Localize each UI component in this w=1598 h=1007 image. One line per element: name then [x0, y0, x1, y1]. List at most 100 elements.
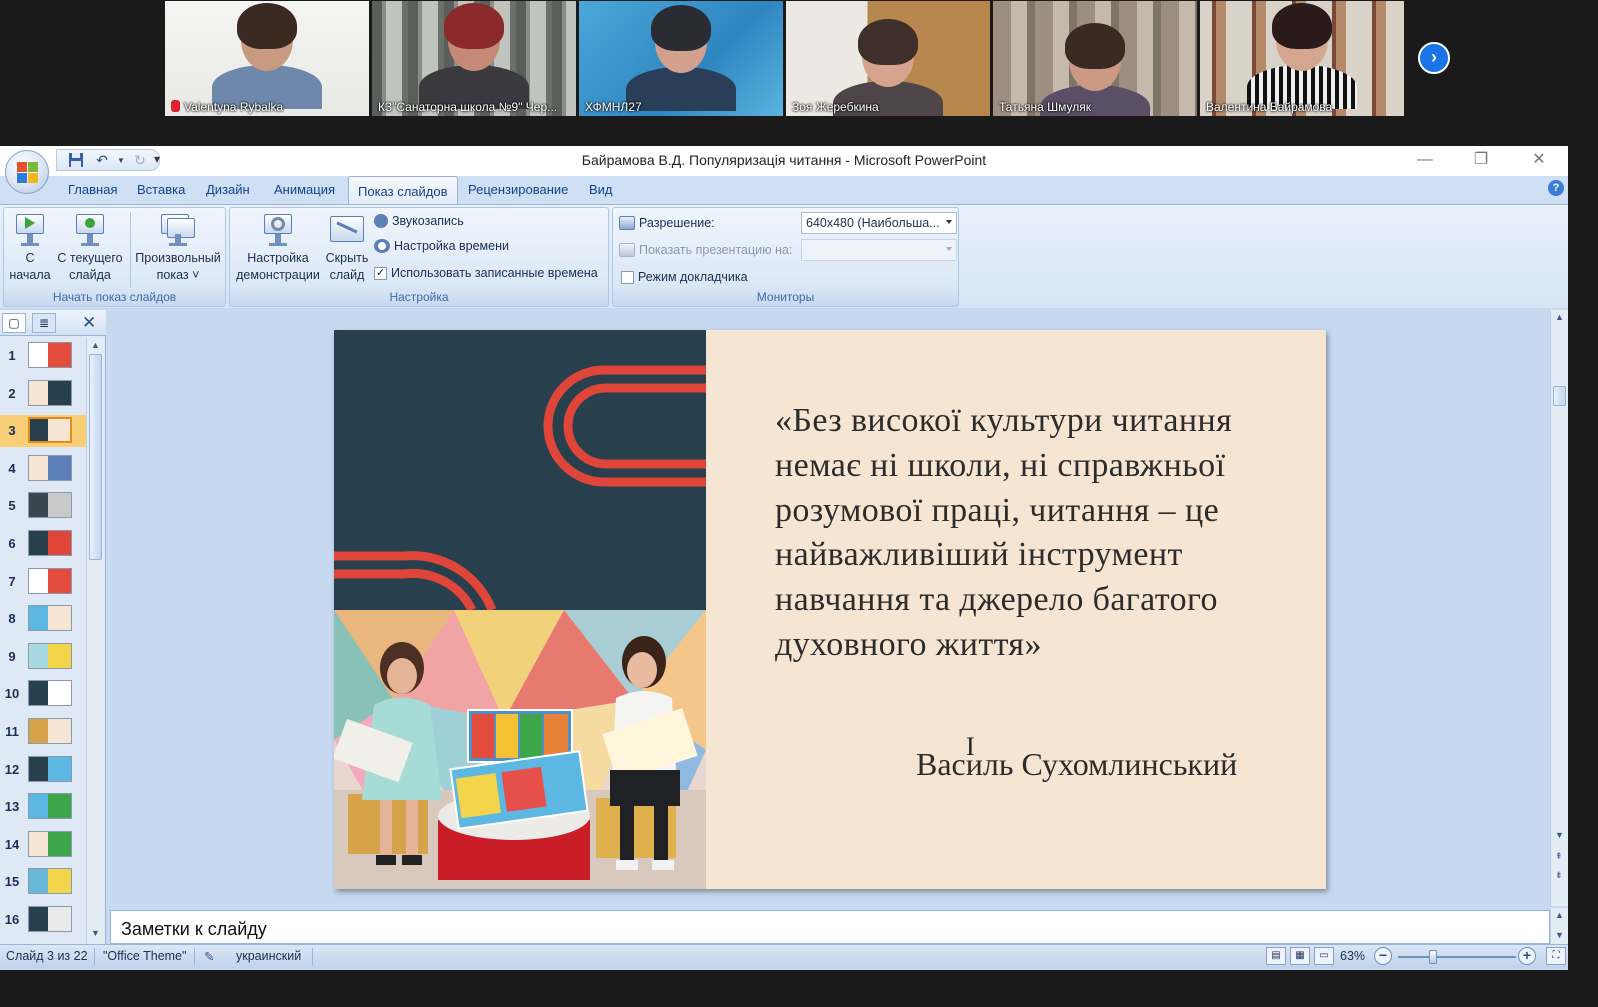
slide-thumbnail[interactable]: [28, 379, 72, 406]
scroll-down-icon[interactable]: ▼: [1555, 830, 1564, 840]
participant-tile[interactable]: Валентина Байрамова: [1200, 1, 1404, 116]
from-beginning-button[interactable]: С начала: [6, 210, 54, 284]
slide-sorter-icon[interactable]: ▦: [1290, 947, 1310, 965]
close-icon[interactable]: ✕: [82, 313, 96, 333]
slide-thumbnail[interactable]: [28, 718, 72, 744]
help-icon[interactable]: ?: [1548, 180, 1564, 196]
language-indicator[interactable]: украинский: [236, 949, 301, 963]
slide-thumbnail[interactable]: [28, 793, 72, 820]
tab-design[interactable]: Дизайн: [206, 182, 250, 197]
slide-thumbnail[interactable]: [28, 567, 72, 594]
setup-show-button[interactable]: Настройка демонстрации: [232, 210, 324, 284]
rehearse-timings-button[interactable]: Настройка времени: [374, 239, 509, 253]
slide-thumbnail[interactable]: [28, 830, 72, 857]
theme-name[interactable]: "Office Theme": [103, 949, 186, 963]
zoom-level[interactable]: 63%: [1340, 949, 1365, 963]
quote-text[interactable]: «Без високої культури читання немає ні ш…: [775, 399, 1275, 668]
zoom-in-icon[interactable]: +: [1518, 947, 1536, 965]
slide-thumbnail[interactable]: [28, 605, 72, 632]
slide-thumbnail-row[interactable]: 7: [0, 566, 86, 598]
use-rehearsed-timings-checkbox[interactable]: ✓ Использовать записанные времена: [374, 266, 598, 280]
slide-thumbnail[interactable]: [28, 906, 72, 932]
slide-thumbnail-row[interactable]: 2: [0, 378, 86, 410]
zoom-slider[interactable]: [1398, 956, 1516, 958]
slide-thumbnail-row[interactable]: 16: [0, 904, 86, 936]
scroll-up-icon[interactable]: ▲: [1555, 312, 1564, 322]
next-slide-icon[interactable]: ⇟: [1555, 870, 1563, 881]
close-button[interactable]: ✕: [1516, 148, 1562, 172]
slide-thumbnail-row[interactable]: 5: [0, 490, 86, 522]
scroll-down-icon[interactable]: ▼: [1555, 930, 1564, 940]
notes-scrollbar[interactable]: ▲ ▼: [1550, 908, 1568, 944]
tab-review[interactable]: Рецензирование: [468, 182, 568, 197]
fit-to-window-icon[interactable]: ⛶: [1546, 947, 1566, 965]
slides-tab-icon[interactable]: ▢: [2, 313, 26, 333]
tab-animation[interactable]: Анимация: [274, 182, 335, 197]
slide-thumbnail[interactable]: [28, 680, 72, 707]
checkbox-unchecked[interactable]: [621, 270, 634, 284]
tab-insert[interactable]: Вставка: [137, 182, 185, 197]
normal-view-icon[interactable]: ▤: [1266, 947, 1286, 965]
show-presentation-on-select[interactable]: [801, 239, 957, 261]
tab-slide-show[interactable]: Показ слайдов: [348, 176, 458, 205]
slide-thumbnail[interactable]: [28, 417, 72, 444]
zoom-slider-thumb[interactable]: [1428, 950, 1437, 964]
minimize-button[interactable]: —: [1402, 148, 1448, 172]
slide-thumbnail-row[interactable]: 4: [0, 453, 86, 485]
from-current-slide-button[interactable]: С текущего слайда: [54, 210, 126, 284]
slide-thumbnail-row[interactable]: 11: [0, 716, 86, 748]
slide-thumbnail-row[interactable]: 8: [0, 603, 86, 635]
office-button[interactable]: [5, 150, 49, 194]
checkbox-checked[interactable]: ✓: [374, 266, 387, 280]
scrollbar-thumb[interactable]: [1553, 386, 1566, 406]
slide-thumbnails: 1 2 3 4 5 6 7 8 9 10 11 12 13 14 15 16: [0, 340, 86, 944]
tab-home[interactable]: Главная: [68, 182, 117, 197]
tab-view[interactable]: Вид: [589, 182, 613, 197]
slide-thumbnail[interactable]: [28, 868, 72, 895]
slide-thumbnail-row[interactable]: 1: [0, 340, 86, 372]
participant-name: ХФМНЛ27: [585, 100, 642, 114]
participant-tile[interactable]: ХФМНЛ27: [579, 1, 783, 116]
slide-thumbnail[interactable]: [28, 492, 72, 519]
notes-pane[interactable]: Заметки к слайду: [110, 910, 1550, 944]
resolution-select[interactable]: 640x480 (Наибольша...: [801, 212, 957, 234]
slide-canvas[interactable]: «Без високої культури читання немає ні ш…: [334, 330, 1326, 889]
slide-thumbnail-row[interactable]: 9: [0, 641, 86, 673]
slide-thumbnail[interactable]: [28, 454, 72, 481]
scroll-up-icon[interactable]: ▲: [91, 340, 100, 350]
previous-slide-icon[interactable]: ⇞: [1555, 851, 1563, 862]
slide-thumbnail[interactable]: [28, 642, 72, 669]
participant-tile[interactable]: Valentyna Rybalka: [165, 1, 369, 116]
slide-thumbnail[interactable]: [28, 342, 72, 368]
hide-slide-button[interactable]: Скрыть слайд: [322, 210, 372, 284]
slide-scrollbar[interactable]: ▲ ▼ ⇞ ⇟: [1550, 310, 1568, 906]
slide-thumbnail-row[interactable]: 15: [0, 866, 86, 898]
slide-thumbnail[interactable]: [28, 755, 72, 782]
participant-tile[interactable]: Зоя Жеребкина: [786, 1, 990, 116]
quote-author[interactable]: Василь Сухомлинський: [916, 746, 1237, 783]
slide-thumbnail-row[interactable]: 10: [0, 678, 86, 710]
spellcheck-icon[interactable]: ✎: [204, 949, 214, 964]
presenter-view-checkbox[interactable]: Режим докладчика: [621, 270, 748, 284]
slide-thumbnail-row[interactable]: 13: [0, 791, 86, 823]
scroll-down-icon[interactable]: ▼: [91, 928, 100, 938]
chevron-right-icon[interactable]: ›: [1418, 42, 1450, 74]
zoom-out-icon[interactable]: −: [1374, 947, 1392, 965]
slide-thumbnail[interactable]: [28, 530, 72, 556]
thumbnails-scrollbar[interactable]: ▲ ▼: [86, 338, 104, 944]
slideshow-view-icon[interactable]: ▭: [1314, 947, 1334, 965]
record-narration-button[interactable]: Звукозапись: [374, 214, 464, 228]
slide-thumbnail-row[interactable]: 12: [0, 754, 86, 786]
slide-thumbnail-row[interactable]: 14: [0, 829, 86, 861]
participant-tile[interactable]: КЗ"Санаторна школа №9" Чер...: [372, 1, 576, 116]
participant-tile[interactable]: Татьяна Шмуляк: [993, 1, 1197, 116]
notes-placeholder: Заметки к слайду: [121, 919, 267, 939]
custom-show-button[interactable]: Произвольный показ ˅: [132, 210, 224, 284]
scrollbar-thumb[interactable]: [89, 354, 102, 560]
restore-button[interactable]: ❐: [1458, 148, 1504, 172]
outline-tab-icon[interactable]: ≣: [32, 313, 56, 333]
slide-thumbnail-row[interactable]: 6: [0, 528, 86, 560]
slide-counter: Слайд 3 из 22: [6, 949, 88, 963]
scroll-up-icon[interactable]: ▲: [1555, 910, 1564, 920]
slide-thumbnail-row[interactable]: 3: [0, 415, 86, 448]
